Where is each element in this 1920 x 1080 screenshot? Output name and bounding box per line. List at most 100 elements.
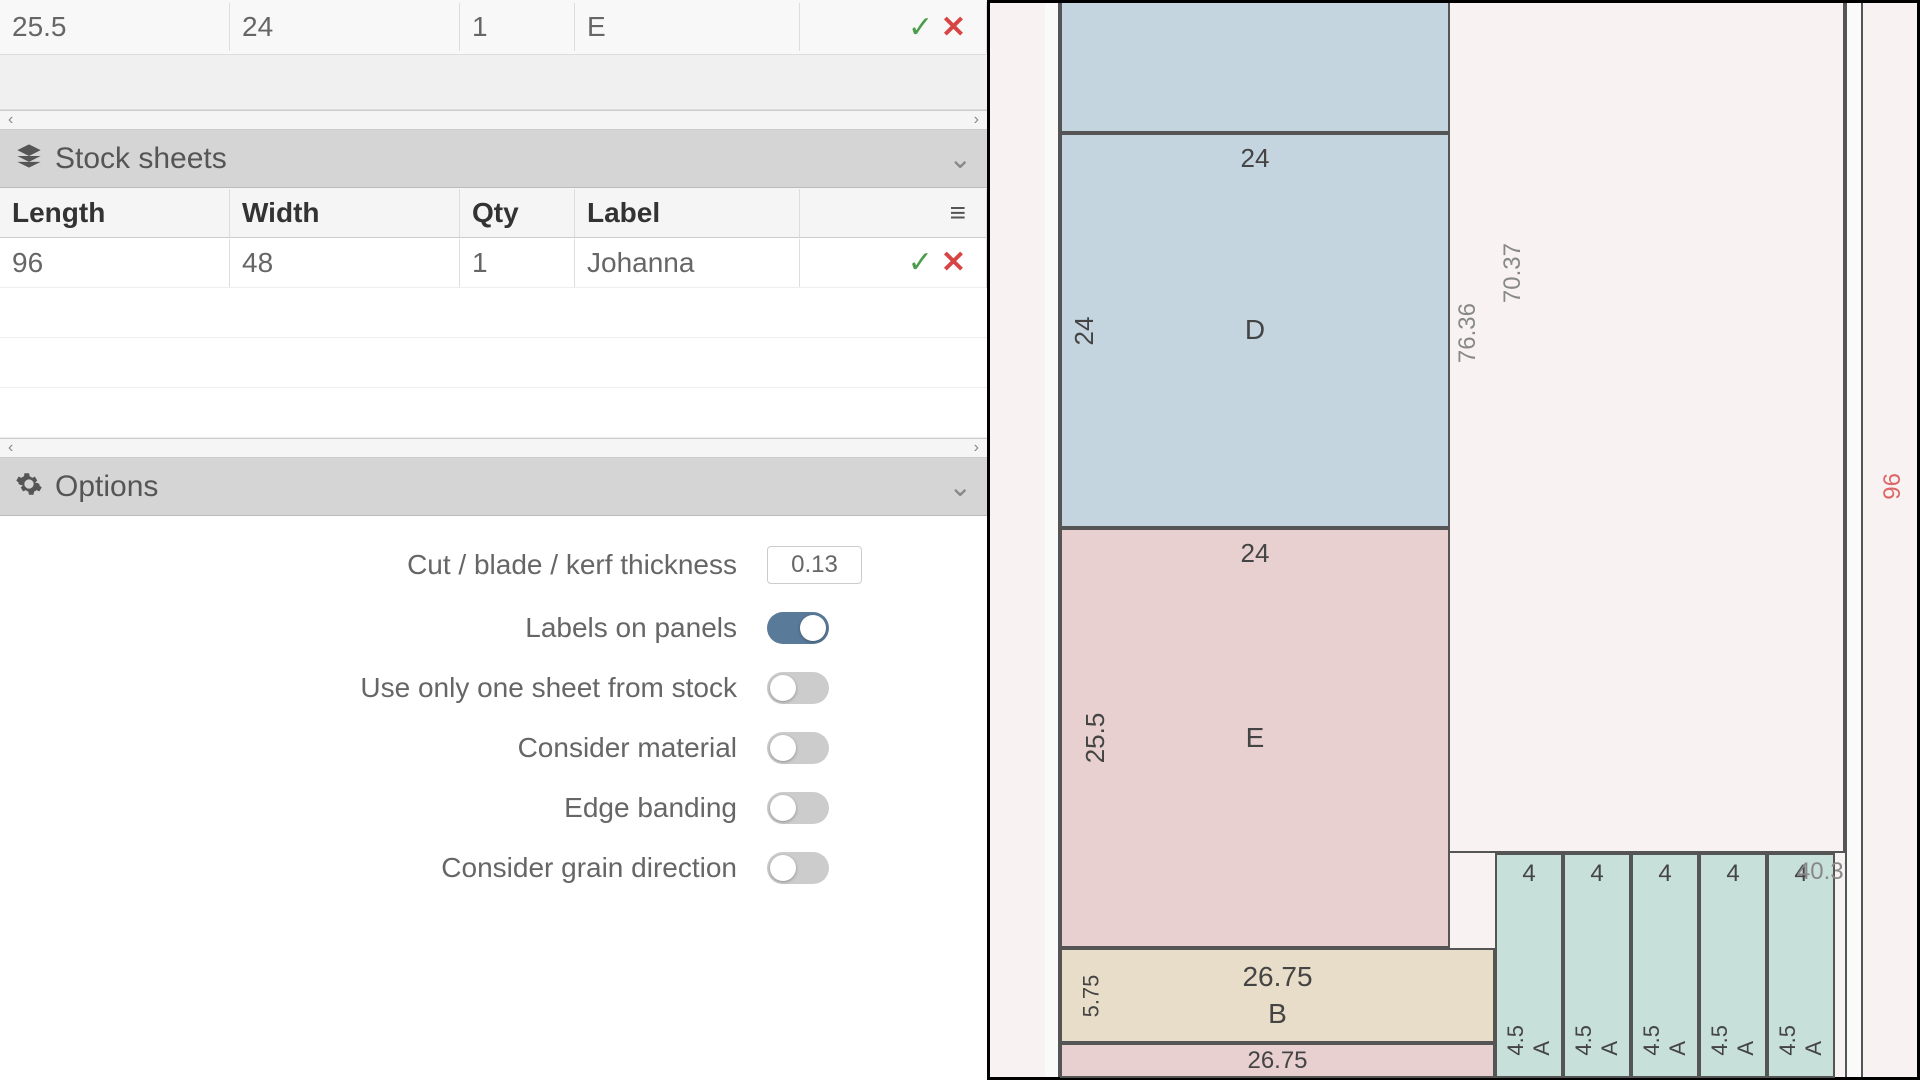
stock-label-cell[interactable]: Johanna (575, 239, 800, 287)
scroll-left-icon[interactable]: ‹ (0, 439, 21, 457)
stock-header-row: Length Width Qty Label ≡ (0, 188, 987, 238)
small-top: 4 (1590, 860, 1603, 888)
consider-material-label: Consider material (40, 732, 767, 764)
options-body: Cut / blade / kerf thickness Labels on p… (0, 516, 987, 942)
stock-qty-cell[interactable]: 1 (460, 239, 575, 287)
waste-area (1450, 3, 1845, 853)
small-side: 4.5A (1775, 1025, 1827, 1056)
cutting-layout-panel: 24 24 D 24 25.5 E 5.75 26.75 B 26.75 (990, 0, 1920, 1080)
labels-on-panels-label: Labels on panels (40, 612, 767, 644)
parts-width-cell[interactable]: 24 (230, 3, 460, 51)
panel-b-label: B (1242, 996, 1312, 1032)
small-panel-1: 4 4.5A (1563, 853, 1631, 1078)
small-side: 4.5A (1503, 1025, 1555, 1056)
panel-e-height: 25.5 (1080, 713, 1111, 764)
option-grain-direction: Consider grain direction (40, 852, 947, 884)
grain-direction-toggle[interactable] (767, 852, 829, 884)
stock-sheets-title: Stock sheets (55, 142, 949, 176)
small-top: 4 (1658, 860, 1671, 888)
sheet-border-left (1045, 3, 1060, 1077)
options-title: Options (55, 470, 949, 504)
panel-b-center: 26.75 B (1242, 959, 1312, 1032)
header-width: Width (230, 189, 460, 237)
header-length: Length (0, 189, 230, 237)
parts-label-cell[interactable]: E (575, 3, 800, 51)
dim-76: 76.36 (1454, 303, 1482, 363)
small-side: 4.5A (1639, 1025, 1691, 1056)
panel-b-width: 26.75 (1242, 959, 1312, 995)
small-top: 4 (1522, 860, 1535, 888)
labels-on-panels-toggle[interactable] (767, 612, 829, 644)
panel-b-height: 5.75 (1078, 974, 1104, 1017)
small-side: 4.5A (1571, 1025, 1623, 1056)
edge-banding-toggle[interactable] (767, 792, 829, 824)
parts-table: 25.5 24 1 E ✓ ✕ (0, 0, 987, 110)
small-side: 4.5A (1707, 1025, 1759, 1056)
panel-bottom: 26.75 (1060, 1043, 1495, 1078)
one-sheet-label: Use only one sheet from stock (40, 672, 767, 704)
dim-70: 70.37 (1499, 243, 1527, 303)
option-edge-banding: Edge banding (40, 792, 947, 824)
stock-table: Length Width Qty Label ≡ 96 48 1 Johanna… (0, 188, 987, 438)
consider-material-toggle[interactable] (767, 732, 829, 764)
panel-top (1060, 3, 1450, 133)
panel-d: 24 24 D (1060, 133, 1450, 528)
small-panel-0: 4 4.5A (1495, 853, 1563, 1078)
options-header[interactable]: Options ⌄ (0, 458, 987, 516)
panel-e-label: E (1246, 720, 1265, 756)
small-panel-4: 4 4.5A (1767, 853, 1835, 1078)
cut-layout: 24 24 D 24 25.5 E 5.75 26.75 B 26.75 (990, 3, 1917, 1077)
parts-qty-cell[interactable]: 1 (460, 3, 575, 51)
scroll-right-icon[interactable]: › (966, 439, 987, 457)
header-label: Label (575, 189, 800, 237)
stock-width-cell[interactable]: 48 (230, 239, 460, 287)
option-one-sheet: Use only one sheet from stock (40, 672, 947, 704)
confirm-icon[interactable]: ✓ (908, 11, 933, 44)
edge-banding-label: Edge banding (40, 792, 767, 824)
option-consider-material: Consider material (40, 732, 947, 764)
stock-row[interactable]: 96 48 1 Johanna ✓ ✕ (0, 238, 987, 288)
panel-e-width: 24 (1241, 538, 1270, 569)
menu-icon[interactable]: ≡ (950, 197, 966, 229)
stock-length-cell[interactable]: 96 (0, 239, 230, 287)
parts-actions-cell: ✓ ✕ (800, 2, 987, 53)
option-kerf: Cut / blade / kerf thickness (40, 546, 947, 584)
chevron-down-icon[interactable]: ⌄ (949, 142, 972, 175)
panel-d-height: 24 (1069, 316, 1100, 345)
kerf-input[interactable] (767, 546, 862, 584)
header-menu[interactable]: ≡ (800, 189, 987, 237)
dim-96: 96 (1879, 473, 1907, 500)
sheet-border-right (1845, 3, 1863, 1077)
stock-empty-row (0, 288, 987, 338)
confirm-icon[interactable]: ✓ (908, 245, 933, 280)
layers-icon (15, 142, 43, 175)
one-sheet-toggle[interactable] (767, 672, 829, 704)
stock-empty-row (0, 338, 987, 388)
small-panel-3: 4 4.5A (1699, 853, 1767, 1078)
kerf-label: Cut / blade / kerf thickness (40, 549, 767, 581)
stock-empty-row (0, 388, 987, 438)
horizontal-scrollbar[interactable]: ‹ › (0, 110, 987, 130)
parts-empty-row (0, 55, 987, 110)
scroll-right-icon[interactable]: › (966, 111, 987, 129)
small-top: 4 (1726, 860, 1739, 888)
stock-actions-cell: ✓ ✕ (800, 237, 987, 288)
horizontal-scrollbar[interactable]: ‹ › (0, 438, 987, 458)
delete-icon[interactable]: ✕ (941, 245, 966, 280)
delete-icon[interactable]: ✕ (941, 11, 966, 44)
panel-d-width: 24 (1241, 143, 1270, 174)
option-labels-on-panels: Labels on panels (40, 612, 947, 644)
panel-bottom-width: 26.75 (1247, 1047, 1307, 1075)
grain-direction-label: Consider grain direction (40, 852, 767, 884)
panel-d-label: D (1245, 312, 1265, 348)
left-panel: 25.5 24 1 E ✓ ✕ ‹ › Stock sheets ⌄ (0, 0, 990, 1080)
chevron-down-icon[interactable]: ⌄ (949, 470, 972, 503)
panel-b: 5.75 26.75 B (1060, 948, 1495, 1043)
stock-sheets-header[interactable]: Stock sheets ⌄ (0, 130, 987, 188)
scroll-left-icon[interactable]: ‹ (0, 111, 21, 129)
parts-row[interactable]: 25.5 24 1 E ✓ ✕ (0, 0, 987, 55)
parts-length-cell[interactable]: 25.5 (0, 3, 230, 51)
gear-icon (15, 470, 43, 503)
header-qty: Qty (460, 189, 575, 237)
small-panel-2: 4 4.5A (1631, 853, 1699, 1078)
